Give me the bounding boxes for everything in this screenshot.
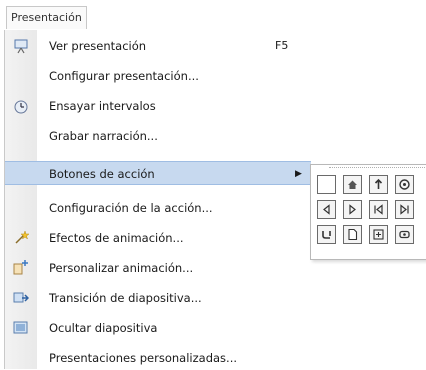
menu-presentacion[interactable]: Presentación <box>6 6 87 29</box>
animation-effects-icon <box>12 229 30 247</box>
custom-animation-icon <box>12 259 30 277</box>
action-information-icon[interactable] <box>395 175 414 194</box>
menu-item-label: Personalizar animación... <box>49 261 194 275</box>
menu-item-configurar-presentacion[interactable]: Configurar presentación... <box>5 64 311 88</box>
action-buttons-submenu <box>310 164 426 260</box>
action-help-icon[interactable] <box>369 175 388 194</box>
menu-item-grabar-narracion[interactable]: Grabar narración... <box>5 124 311 148</box>
menu-item-label: Botones de acción <box>49 167 155 181</box>
action-home-icon[interactable] <box>343 175 362 194</box>
menu-item-label: Configurar presentación... <box>49 69 199 83</box>
menu-item-label: Transición de diapositiva... <box>49 291 202 305</box>
menu-item-ocultar-diapositiva[interactable]: Ocultar diapositiva <box>5 316 311 340</box>
menu-bar: Presentación <box>0 0 426 30</box>
menu-item-label: Ensayar intervalos <box>49 99 156 113</box>
menu-item-presentaciones-personalizadas[interactable]: Presentaciones personalizadas... <box>5 346 311 370</box>
action-forward-icon[interactable] <box>343 200 362 219</box>
action-return-icon[interactable] <box>317 225 336 244</box>
slide-transition-icon <box>12 289 30 307</box>
menu-item-configuracion-accion[interactable]: Configuración de la acción... <box>5 196 311 220</box>
menu-item-label: Ocultar diapositiva <box>49 321 158 335</box>
action-sound-icon[interactable] <box>369 225 388 244</box>
submenu-arrow-icon: ▶ <box>295 169 302 179</box>
action-custom-icon[interactable] <box>317 175 336 194</box>
action-end-icon[interactable] <box>395 200 414 219</box>
shortcut-label: F5 <box>275 39 289 52</box>
menu-item-label: Ver presentación <box>49 39 147 53</box>
rehearse-timings-icon <box>12 97 30 115</box>
action-beginning-icon[interactable] <box>369 200 388 219</box>
hide-slide-icon <box>12 319 30 337</box>
menu-item-label: Grabar narración... <box>49 129 158 143</box>
menu-item-efectos-animacion[interactable]: Efectos de animación... <box>5 226 311 250</box>
menu-item-label: Configuración de la acción... <box>49 201 213 215</box>
menu-item-ver-presentacion[interactable]: Ver presentación F5 <box>5 34 311 58</box>
menu-item-personalizar-animacion[interactable]: Personalizar animación... <box>5 256 311 280</box>
action-document-icon[interactable] <box>343 225 362 244</box>
dropdown-menu: Ver presentación F5 Configurar presentac… <box>4 30 311 369</box>
menu-item-label: Presentaciones personalizadas... <box>49 351 238 365</box>
action-movie-icon[interactable] <box>395 225 414 244</box>
menu-item-transicion-diapositiva[interactable]: Transición de diapositiva... <box>5 286 311 310</box>
menu-item-label: Efectos de animación... <box>49 231 184 245</box>
menu-item-ensayar-intervalos[interactable]: Ensayar intervalos <box>5 94 311 118</box>
action-back-icon[interactable] <box>317 200 336 219</box>
slideshow-icon <box>12 37 30 55</box>
menu-item-botones-de-accion[interactable]: Botones de acción ▶ <box>5 161 311 185</box>
